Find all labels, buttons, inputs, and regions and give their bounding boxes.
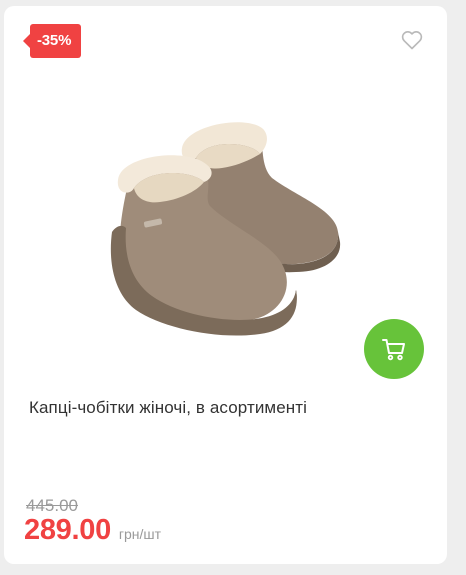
old-price: 445.00 [26,496,78,515]
favorite-button[interactable] [400,28,424,52]
discount-badge: -35% [22,24,82,58]
price-unit: грн/шт [118,526,162,542]
add-to-cart-button[interactable] [364,319,424,379]
product-title[interactable]: Капці-чобітки жіночі, в асортименті [29,398,307,418]
price-row: 289.00 грн/шт [24,514,161,547]
current-price: 289.00 [24,514,111,546]
cart-icon [382,339,405,361]
heart-outline-icon [401,31,423,50]
product-card[interactable]: -35% Капці-чобітки жіночі, в асортименті… [4,6,447,564]
product-image[interactable] [100,114,346,336]
